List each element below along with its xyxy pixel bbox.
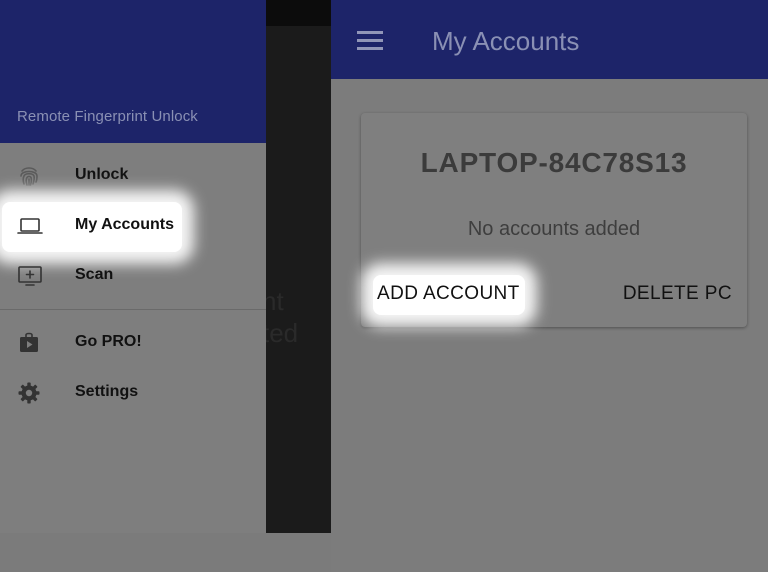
nav-item-unlock[interactable]: Unlock bbox=[0, 152, 266, 200]
nav-item-settings[interactable]: Settings bbox=[0, 369, 266, 417]
add-account-button[interactable]: ADD ACCOUNT bbox=[377, 283, 520, 305]
drawer-app-name: Remote Fingerprint Unlock bbox=[17, 108, 198, 125]
status-bar bbox=[266, 0, 331, 26]
navigation-drawer: Remote Fingerprint Unlock Unlock My Acco… bbox=[0, 0, 266, 533]
obscured-content: nt ted bbox=[266, 285, 331, 365]
nav-item-label: Scan bbox=[75, 266, 114, 283]
obscured-text-line: nt bbox=[266, 286, 284, 316]
play-store-icon bbox=[17, 331, 41, 355]
pc-name: LAPTOP-84C78S13 bbox=[420, 147, 688, 178]
nav-item-label: Unlock bbox=[75, 166, 129, 183]
accounts-status-text: No accounts added bbox=[467, 218, 641, 240]
fingerprint-icon bbox=[17, 164, 41, 188]
drawer-divider bbox=[0, 309, 266, 310]
nav-item-scan[interactable]: Scan bbox=[0, 252, 266, 300]
right-phone-screen: My Accounts LAPTOP-84C78S13 No accounts … bbox=[331, 0, 768, 572]
drawer-header: Remote Fingerprint Unlock bbox=[0, 0, 266, 143]
page-title: My Accounts bbox=[432, 26, 580, 56]
nav-item-my-accounts[interactable]: My Accounts bbox=[0, 202, 266, 250]
left-phone-screen: nt ted Remote Fingerprint Unlock Unlock bbox=[0, 0, 331, 533]
monitor-add-icon bbox=[17, 264, 42, 288]
nav-item-label: Settings bbox=[75, 383, 139, 400]
hamburger-menu-icon[interactable] bbox=[357, 31, 383, 51]
nav-item-label: My Accounts bbox=[75, 216, 174, 233]
pc-card: LAPTOP-84C78S13 No accounts added ADD AC… bbox=[361, 113, 747, 327]
nav-item-go-pro[interactable]: Go PRO! bbox=[0, 319, 266, 367]
delete-pc-button[interactable]: DELETE PC bbox=[623, 283, 732, 305]
laptop-icon bbox=[17, 214, 43, 238]
gear-icon bbox=[17, 381, 41, 405]
app-bar: My Accounts bbox=[331, 0, 768, 79]
obscured-text-line: ted bbox=[266, 318, 299, 348]
nav-item-label: Go PRO! bbox=[75, 333, 142, 350]
